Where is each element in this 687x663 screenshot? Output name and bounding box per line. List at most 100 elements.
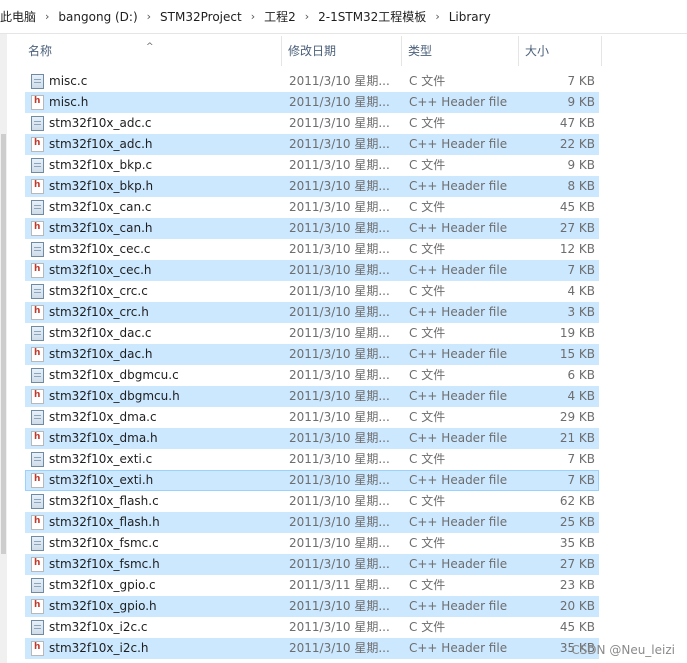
file-row[interactable]: stm32f10x_adc.h 2011/3/10 星期... C++ Header… — [25, 134, 599, 155]
file-row[interactable]: stm32f10x_flash.h 2011/3/10 星期... C++ Head… — [25, 512, 599, 533]
file-name: stm32f10x_cec.c — [49, 242, 151, 256]
file-name: stm32f10x_i2c.h — [49, 641, 149, 655]
file-row[interactable]: stm32f10x_fsmc.c 2011/3/10 星期... C 文件 35 KB — [25, 533, 599, 554]
file-row[interactable]: stm32f10x_crc.h 2011/3/10 星期... C++ Header… — [25, 302, 599, 323]
file-size: 7 KB — [567, 473, 595, 487]
file-row[interactable]: stm32f10x_gpio.h 2011/3/10 星期... C++ Heade… — [25, 596, 599, 617]
address-bar[interactable]: 此电脑 › bangong (D:) › STM32Project › 工程2 › 2-1STM… — [0, 0, 687, 34]
file-date: 2011/3/10 星期... — [289, 557, 390, 571]
c-source-file-icon — [31, 326, 44, 341]
file-row[interactable]: stm32f10x_dma.c 2011/3/10 星期... C 文件 29 KB — [25, 407, 599, 428]
column-header-date[interactable]: 修改日期 — [282, 36, 402, 66]
file-type: C 文件 — [409, 74, 446, 88]
breadcrumb-label: bangong (D:) — [58, 9, 138, 24]
file-type: C++ Header file — [409, 305, 508, 319]
file-row[interactable]: stm32f10x_adc.c 2011/3/10 星期... C 文件 47 KB — [25, 113, 599, 134]
file-size: 6 KB — [567, 368, 595, 382]
file-type: C 文件 — [409, 578, 446, 592]
file-list: misc.c 2011/3/10 星期... C 文件 7 KB misc.h 2011/… — [25, 71, 599, 659]
breadcrumb-item[interactable]: bangong (D:) › — [53, 10, 155, 24]
file-name: stm32f10x_flash.c — [49, 494, 159, 508]
file-row[interactable]: stm32f10x_exti.c 2011/3/10 星期... C 文件 7 KB — [25, 449, 599, 470]
file-date: 2011/3/10 星期... — [289, 158, 390, 172]
file-row[interactable]: stm32f10x_i2c.c 2011/3/10 星期... C 文件 45 KB — [25, 617, 599, 638]
file-row[interactable]: stm32f10x_dac.c 2011/3/10 星期... C 文件 19 KB — [25, 323, 599, 344]
c-source-file-icon — [31, 158, 44, 173]
chevron-right-icon[interactable]: › — [41, 10, 53, 23]
breadcrumb-item[interactable]: 工程2 › — [259, 8, 313, 25]
file-row[interactable]: stm32f10x_exti.h 2011/3/10 星期... C++ Heade… — [25, 470, 599, 491]
file-type: C 文件 — [409, 620, 446, 634]
header-file-icon — [31, 515, 44, 530]
chevron-right-icon[interactable]: › — [143, 10, 155, 23]
column-header-type[interactable]: 类型 — [402, 36, 519, 66]
scrollbar-track[interactable] — [0, 34, 7, 663]
file-row[interactable]: stm32f10x_bkp.h 2011/3/10 星期... C++ Header… — [25, 176, 599, 197]
file-name: stm32f10x_bkp.h — [49, 179, 154, 193]
header-file-icon — [31, 641, 44, 656]
file-date: 2011/3/10 星期... — [289, 179, 390, 193]
file-date: 2011/3/10 星期... — [289, 284, 390, 298]
breadcrumb-item[interactable]: STM32Project › — [155, 10, 259, 24]
file-size: 21 KB — [559, 431, 595, 445]
file-row[interactable]: stm32f10x_gpio.c 2011/3/11 星期... C 文件 23 KB — [25, 575, 599, 596]
header-file-icon — [31, 221, 44, 236]
file-type: C 文件 — [409, 242, 446, 256]
file-name: stm32f10x_dbgmcu.h — [49, 389, 180, 403]
file-row[interactable]: stm32f10x_crc.c 2011/3/10 星期... C 文件 4 KB — [25, 281, 599, 302]
file-name: stm32f10x_can.c — [49, 200, 152, 214]
file-name: stm32f10x_adc.c — [49, 116, 152, 130]
breadcrumb-label: Library — [448, 9, 491, 24]
c-source-file-icon — [31, 620, 44, 635]
file-name: stm32f10x_fsmc.h — [49, 557, 160, 571]
file-type: C 文件 — [409, 158, 446, 172]
file-size: 7 KB — [567, 74, 595, 88]
file-row[interactable]: stm32f10x_dbgmcu.h 2011/3/10 星期... C++ Hea… — [25, 386, 599, 407]
file-size: 62 KB — [559, 494, 595, 508]
file-date: 2011/3/10 星期... — [289, 536, 390, 550]
breadcrumb-item[interactable]: 此电脑 › — [0, 8, 53, 25]
file-row[interactable]: stm32f10x_dac.h 2011/3/10 星期... C++ Header… — [25, 344, 599, 365]
file-date: 2011/3/10 星期... — [289, 368, 390, 382]
file-row[interactable]: stm32f10x_cec.c 2011/3/10 星期... C 文件 12 KB — [25, 239, 599, 260]
file-date: 2011/3/10 星期... — [289, 599, 390, 613]
header-file-icon — [31, 305, 44, 320]
file-type: C 文件 — [409, 284, 446, 298]
file-date: 2011/3/10 星期... — [289, 305, 390, 319]
chevron-right-icon[interactable]: › — [301, 10, 313, 23]
file-name: misc.h — [49, 95, 89, 109]
breadcrumb-label: 此电脑 — [0, 10, 37, 24]
file-row[interactable]: stm32f10x_fsmc.h 2011/3/10 星期... C++ Heade… — [25, 554, 599, 575]
file-row[interactable]: misc.h 2011/3/10 星期... C++ Header file 9 KB — [25, 92, 599, 113]
file-type: C 文件 — [409, 116, 446, 130]
column-header-size[interactable]: 大小 — [519, 36, 602, 66]
file-type: C 文件 — [409, 410, 446, 424]
header-file-icon — [31, 557, 44, 572]
file-name: stm32f10x_crc.h — [49, 305, 149, 319]
file-row[interactable]: stm32f10x_can.c 2011/3/10 星期... C 文件 45 KB — [25, 197, 599, 218]
file-row[interactable]: stm32f10x_dbgmcu.c 2011/3/10 星期... C 文件 6 K… — [25, 365, 599, 386]
file-row[interactable]: stm32f10x_cec.h 2011/3/10 星期... C++ Header… — [25, 260, 599, 281]
file-row[interactable]: misc.c 2011/3/10 星期... C 文件 7 KB — [25, 71, 599, 92]
file-name: stm32f10x_gpio.h — [49, 599, 157, 613]
breadcrumb-item[interactable]: Library — [444, 10, 496, 24]
file-name: stm32f10x_dma.c — [49, 410, 157, 424]
file-row[interactable]: stm32f10x_flash.c 2011/3/10 星期... C 文件 62 K… — [25, 491, 599, 512]
file-row[interactable]: stm32f10x_can.h 2011/3/10 星期... C++ Header… — [25, 218, 599, 239]
file-size: 7 KB — [567, 263, 595, 277]
column-header-name[interactable]: 名称 ^ — [22, 36, 282, 66]
file-name: stm32f10x_exti.h — [49, 473, 154, 487]
scrollbar-thumb[interactable] — [1, 134, 6, 554]
header-file-icon — [31, 137, 44, 152]
breadcrumb-item[interactable]: 2-1STM32工程模板 › — [313, 8, 444, 25]
file-row[interactable]: stm32f10x_dma.h 2011/3/10 星期... C++ Header… — [25, 428, 599, 449]
file-name: stm32f10x_fsmc.c — [49, 536, 159, 550]
file-row[interactable]: stm32f10x_bkp.c 2011/3/10 星期... C 文件 9 KB — [25, 155, 599, 176]
file-size: 29 KB — [559, 410, 595, 424]
file-row[interactable]: stm32f10x_i2c.h 2011/3/10 星期... C++ Header… — [25, 638, 599, 659]
chevron-right-icon[interactable]: › — [431, 10, 443, 23]
chevron-right-icon[interactable]: › — [247, 10, 259, 23]
file-type: C++ Header file — [409, 263, 508, 277]
file-name: stm32f10x_dma.h — [49, 431, 158, 445]
file-date: 2011/3/11 星期... — [289, 578, 390, 592]
